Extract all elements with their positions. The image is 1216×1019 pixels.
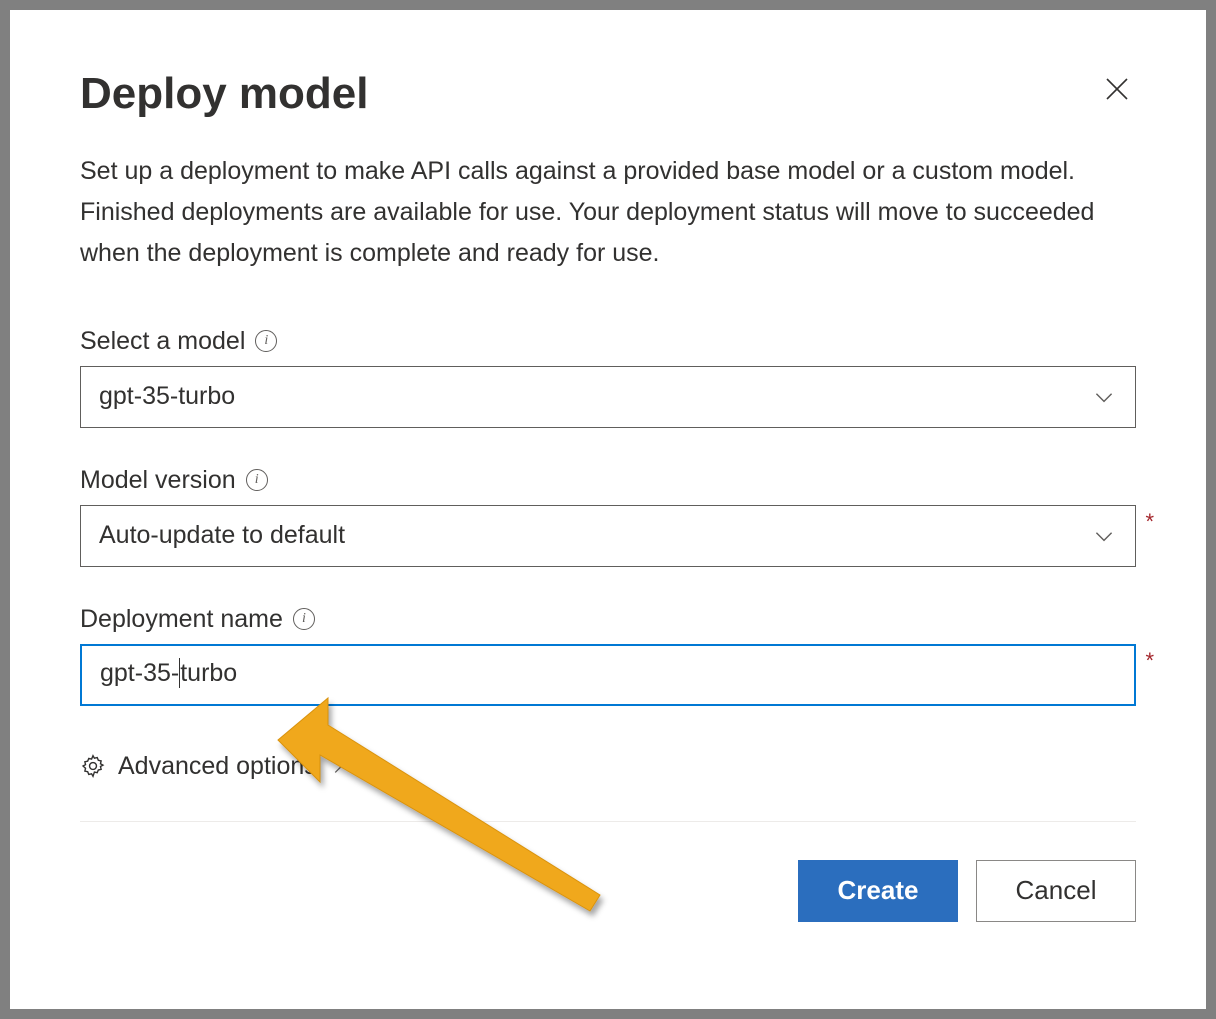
select-model-label: Select a model [80, 327, 245, 356]
required-indicator: * [1145, 509, 1154, 535]
info-icon[interactable]: i [293, 608, 315, 630]
create-button[interactable]: Create [798, 860, 958, 922]
chevron-down-icon [1091, 384, 1117, 410]
gear-icon [80, 753, 106, 779]
close-button[interactable] [1098, 70, 1136, 108]
info-icon[interactable]: i [255, 330, 277, 352]
select-model-dropdown[interactable]: gpt-35-turbo [80, 366, 1136, 428]
required-indicator: * [1145, 648, 1154, 674]
cancel-button[interactable]: Cancel [976, 860, 1136, 922]
model-version-label-row: Model version i [80, 466, 1136, 495]
footer-divider [80, 821, 1136, 822]
model-version-label: Model version [80, 466, 236, 495]
select-model-value: gpt-35-turbo [99, 382, 235, 411]
dialog-header: Deploy model [80, 68, 1136, 121]
dialog-footer: Create Cancel [80, 860, 1136, 922]
deployment-name-label-row: Deployment name i [80, 605, 1136, 634]
deployment-name-value-pre: gpt-35- [100, 659, 179, 687]
deployment-name-value-post: turbo [180, 659, 237, 687]
advanced-options-toggle[interactable]: Advanced options [80, 752, 349, 781]
select-model-group: Select a model i gpt-35-turbo [80, 327, 1136, 428]
model-version-value: Auto-update to default [99, 521, 345, 550]
select-model-label-row: Select a model i [80, 327, 1136, 356]
chevron-down-icon [1091, 523, 1117, 549]
model-version-group: Model version i Auto-update to default * [80, 466, 1136, 567]
dialog-title: Deploy model [80, 68, 369, 121]
chevron-right-icon [327, 755, 349, 777]
deploy-model-dialog: Deploy model Set up a deployment to make… [10, 10, 1206, 1009]
advanced-options-label: Advanced options [118, 752, 317, 781]
model-version-dropdown[interactable]: Auto-update to default [80, 505, 1136, 567]
deployment-name-label: Deployment name [80, 605, 283, 634]
deployment-name-input[interactable]: gpt-35-turbo [80, 644, 1136, 706]
close-icon [1102, 74, 1132, 104]
info-icon[interactable]: i [246, 469, 268, 491]
text-caret [179, 658, 180, 688]
deployment-name-group: Deployment name i gpt-35-turbo * [80, 605, 1136, 706]
dialog-description: Set up a deployment to make API calls ag… [80, 151, 1136, 275]
